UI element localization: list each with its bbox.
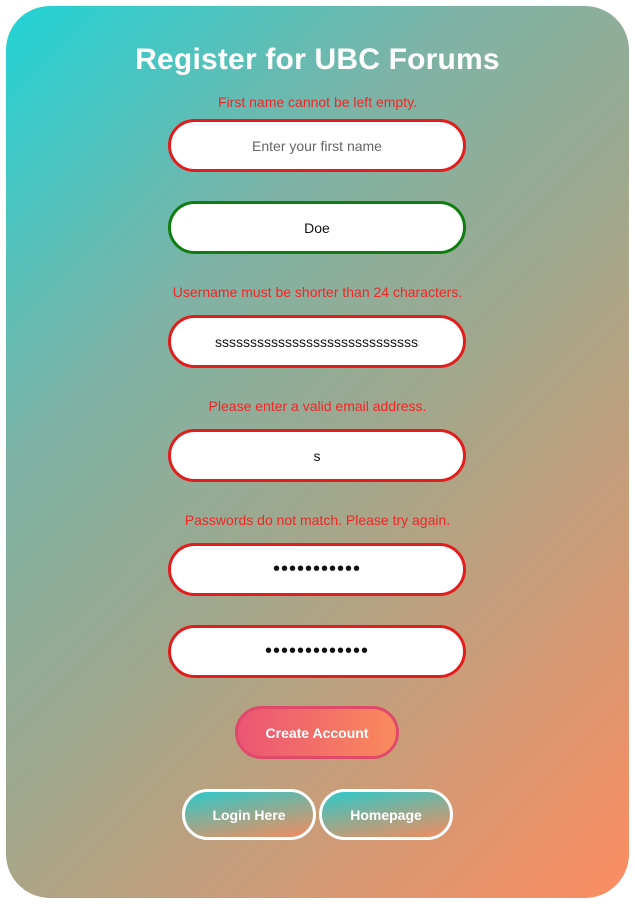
first-name-input[interactable] [168, 119, 466, 172]
page-title: Register for UBC Forums [135, 43, 500, 76]
email-error: Please enter a valid email address. [208, 398, 427, 414]
register-card: Register for UBC Forums First name canno… [6, 6, 629, 898]
last-name-input[interactable] [168, 201, 466, 254]
username-error: Username must be shorter than 24 charact… [172, 284, 463, 300]
homepage-button[interactable]: Homepage [319, 789, 453, 840]
create-account-button[interactable]: Create Account [235, 706, 399, 759]
confirm-password-input[interactable] [168, 625, 466, 678]
password-input[interactable] [168, 543, 466, 596]
username-input[interactable] [168, 315, 466, 368]
login-here-button[interactable]: Login Here [182, 789, 316, 840]
first-name-error: First name cannot be left empty. [218, 94, 417, 110]
password-error: Passwords do not match. Please try again… [184, 512, 451, 528]
email-input[interactable] [168, 429, 466, 482]
